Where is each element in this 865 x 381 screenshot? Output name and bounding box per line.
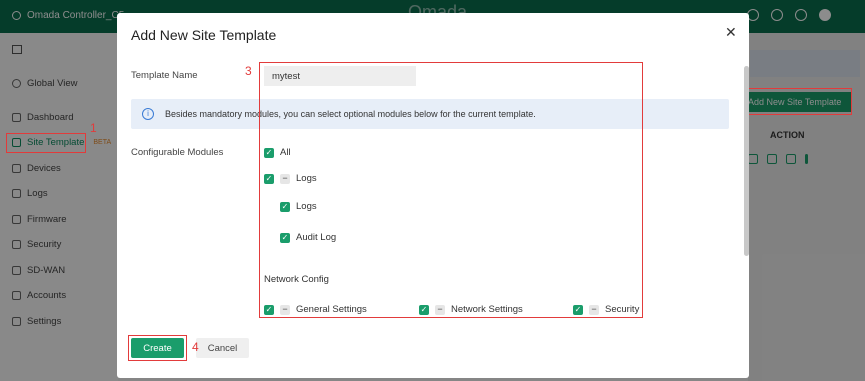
close-icon[interactable]: ✕ xyxy=(725,24,737,41)
configurable-modules-label: Configurable Modules xyxy=(131,147,224,158)
info-icon: i xyxy=(142,108,154,120)
cancel-button[interactable]: Cancel xyxy=(196,338,249,358)
annotation-box-3 xyxy=(259,62,643,318)
dialog-scrollbar[interactable] xyxy=(744,66,749,256)
annotation-number-1: 1 xyxy=(90,121,97,135)
annotation-number-4: 4 xyxy=(192,340,199,354)
dialog-title: Add New Site Template xyxy=(131,27,277,43)
annotation-box-1 xyxy=(6,133,86,153)
annotation-number-3: 3 xyxy=(245,64,252,78)
annotation-box-4 xyxy=(128,335,187,361)
annotation-box-2 xyxy=(741,88,852,115)
template-name-label: Template Name xyxy=(131,70,198,81)
